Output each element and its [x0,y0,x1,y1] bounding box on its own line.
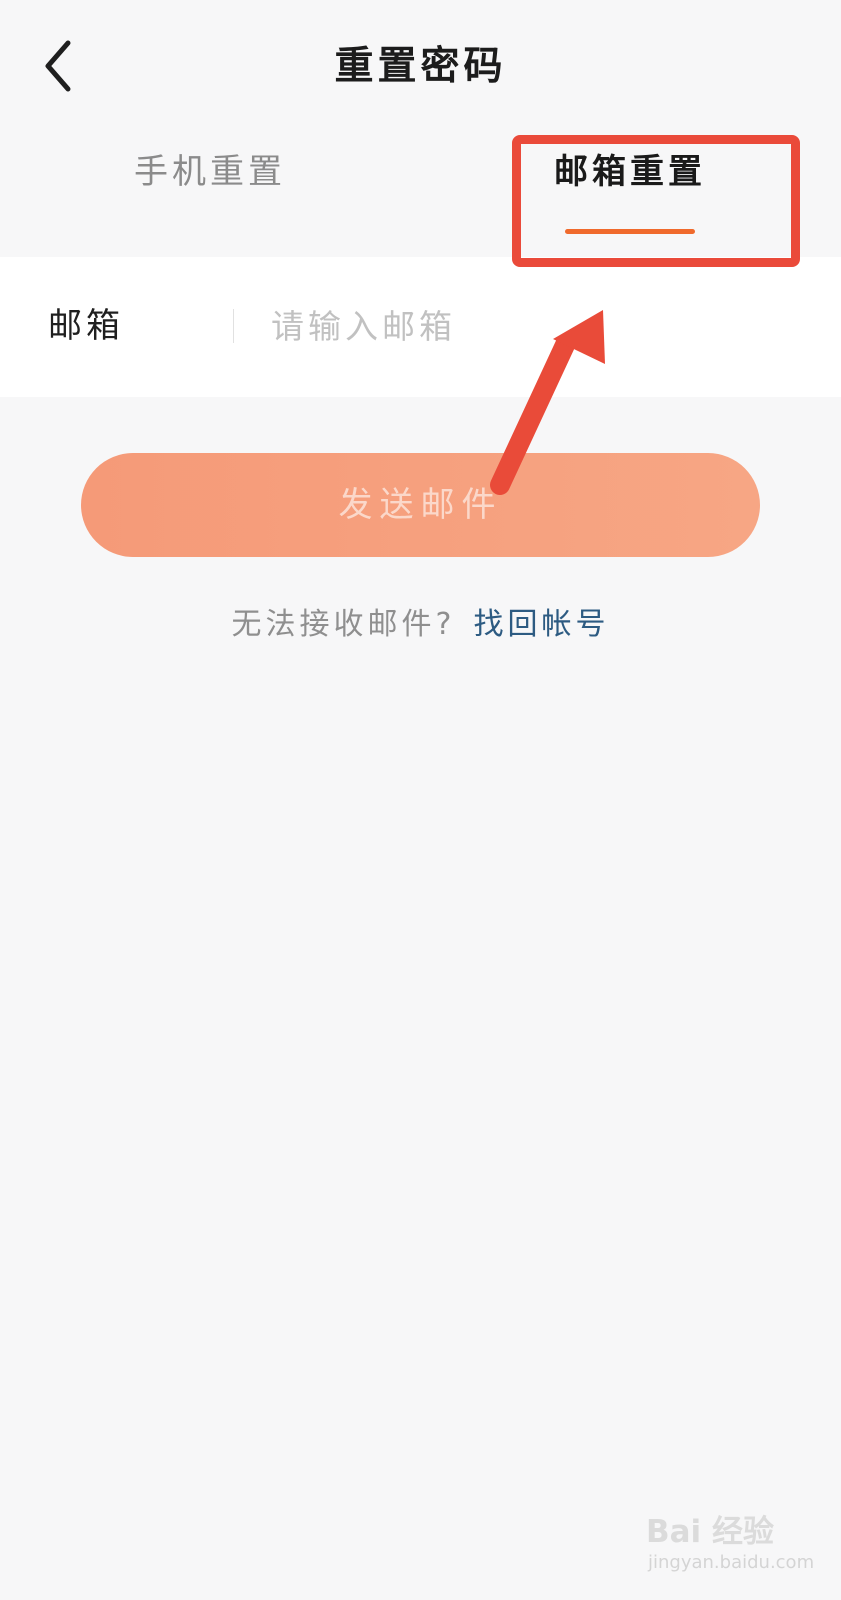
watermark-brand: Bai 经验 [646,1514,774,1550]
watermark-url: jingyan.baidu.com [648,1552,815,1573]
annotation-arrow [490,310,605,495]
baidu-jingyan-watermark: Bai 经验 jingyan.baidu.com [646,1512,816,1582]
